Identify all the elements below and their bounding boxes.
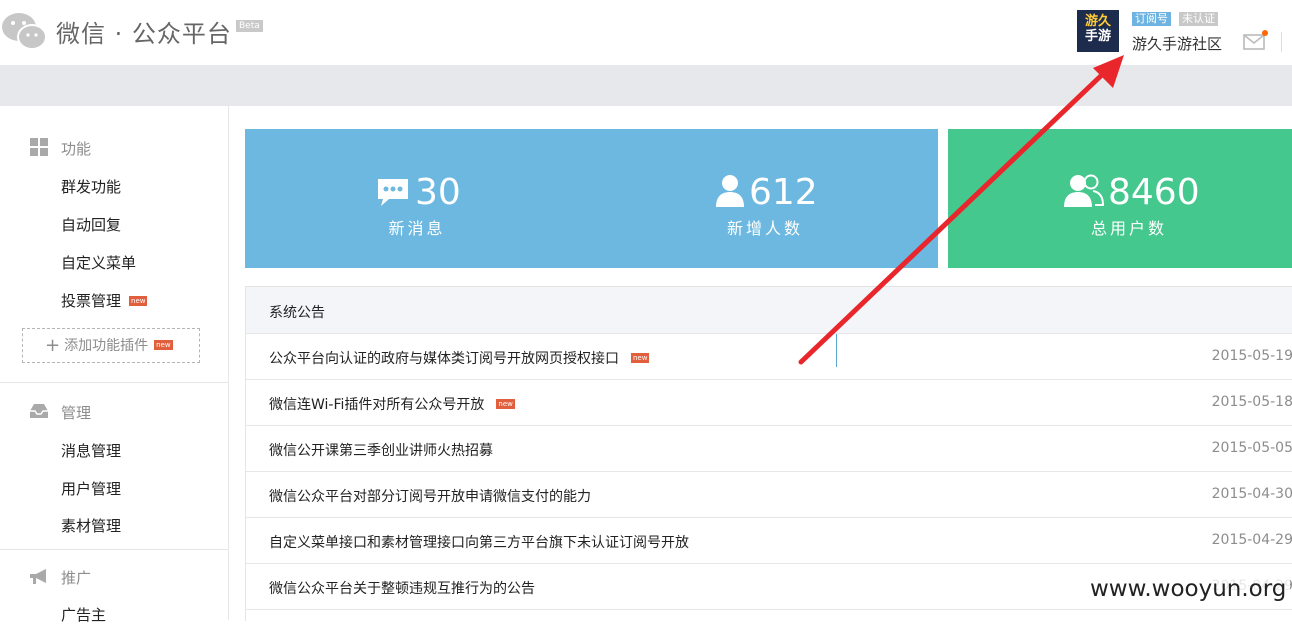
sidebar: 功能 群发功能 自动回复 自定义菜单 投票管理 new + 添加功能插件 new 管理… <box>0 106 229 624</box>
top-header: 微信 · 公众平台 Beta 游久 手游 订阅号 未认证 游久手游社区 <box>0 0 1292 66</box>
notice-title-text: 微信连Wi-Fi插件对所有公众号开放 <box>269 397 485 413</box>
section-title-promotion: 推广 <box>61 569 92 587</box>
avatar-text-line1: 游久 <box>1084 14 1111 29</box>
plus-icon: + <box>45 335 61 356</box>
gray-band <box>0 66 1292 106</box>
notice-row[interactable]: 自定义菜单接口和素材管理接口向第三方平台旗下未认证订阅号开放 2015-04-2… <box>246 518 1292 564</box>
account-type-tag: 订阅号 <box>1132 12 1171 26</box>
notice-header: 系统公告 <box>246 287 1292 334</box>
section-title-features: 功能 <box>61 140 92 158</box>
notice-row[interactable]: 微信公众平台对部分订阅号开放申请微信支付的能力 2015-04-30 <box>246 472 1292 518</box>
stats-panel-blue: 30 新消息 612 新增人数 <box>245 129 938 367</box>
stats-panel-green: 8460 总用户数 <box>948 129 1292 268</box>
account-avatar[interactable]: 游久 手游 <box>1077 10 1119 52</box>
watermark: www.wooyun.org <box>1086 576 1291 602</box>
beta-badge: Beta <box>236 20 263 32</box>
chat-bubble-icon <box>378 179 408 206</box>
sidebar-item-custom-menu[interactable]: 自定义菜单 <box>61 252 136 273</box>
notice-title[interactable]: 公众平台向认证的政府与媒体类订阅号开放网页授权接口 new <box>269 348 650 368</box>
notice-header-title: 系统公告 <box>269 305 325 321</box>
notice-row[interactable]: 公众平台向认证的政府与媒体类订阅号开放网页授权接口 new 2015-05-19 <box>246 334 1292 380</box>
verify-status-tag: 未认证 <box>1179 12 1218 26</box>
notice-date: 2015-04-29 <box>1211 532 1292 548</box>
add-plugin-label: 添加功能插件 <box>64 338 149 354</box>
stat-value: 8460 <box>1108 172 1200 213</box>
notice-table: 系统公告 公众平台向认证的政府与媒体类订阅号开放网页授权接口 new 2015-0… <box>245 286 1292 621</box>
new-badge: new <box>129 296 148 306</box>
sidebar-item-messages[interactable]: 消息管理 <box>61 440 121 461</box>
stat-label: 新增人数 <box>726 219 803 238</box>
stat-new-messages[interactable]: 30 新消息 <box>375 172 461 239</box>
stat-total-users[interactable]: 8460 总用户数 <box>1064 173 1200 239</box>
sidebar-divider <box>0 549 228 550</box>
notice-date: 2015-05-18 <box>1211 394 1292 410</box>
add-plugin-button[interactable]: + 添加功能插件 new <box>22 328 200 363</box>
notice-date: 2015-05-05 <box>1211 440 1292 456</box>
inbox-icon <box>30 404 48 418</box>
stat-value: 30 <box>415 172 461 213</box>
people-icon <box>1064 174 1104 207</box>
megaphone-icon <box>30 569 46 584</box>
section-title-manage: 管理 <box>61 404 92 422</box>
sidebar-item-materials[interactable]: 素材管理 <box>61 515 121 536</box>
notice-title[interactable]: 自定义菜单接口和素材管理接口向第三方平台旗下未认证订阅号开放 <box>269 532 689 552</box>
sidebar-divider <box>0 382 228 383</box>
notice-title[interactable]: 微信公众平台对部分订阅号开放申请微信支付的能力 <box>269 486 591 506</box>
wechat-logo-icon[interactable] <box>0 10 50 54</box>
sidebar-item-vote[interactable]: 投票管理 new <box>61 290 148 311</box>
platform-title[interactable]: 微信 · 公众平台 <box>56 14 232 49</box>
notice-row[interactable]: 微信公开课第三季创业讲师火热招募 2015-05-05 <box>246 426 1292 472</box>
header-divider <box>1281 32 1282 52</box>
unread-dot <box>1262 30 1268 36</box>
new-badge: new <box>496 399 515 409</box>
stat-label: 新消息 <box>388 219 446 238</box>
stat-label: 总用户数 <box>1090 219 1167 238</box>
account-name[interactable]: 游久手游社区 <box>1132 33 1222 54</box>
avatar-text-line2: 手游 <box>1084 29 1111 44</box>
notice-date: 2015-05-19 <box>1211 348 1292 364</box>
person-icon <box>716 175 744 207</box>
new-badge: new <box>631 353 650 363</box>
stat-new-users[interactable]: 612 新增人数 <box>715 172 818 239</box>
sidebar-item-label: 投票管理 <box>61 292 122 310</box>
sidebar-item-users[interactable]: 用户管理 <box>61 478 121 499</box>
sidebar-item-advertiser[interactable]: 广告主 <box>61 604 106 625</box>
stat-value: 612 <box>749 172 818 213</box>
sidebar-item-auto-reply[interactable]: 自动回复 <box>61 214 121 235</box>
notice-title-text: 公众平台向认证的政府与媒体类订阅号开放网页授权接口 <box>269 351 619 367</box>
new-badge: new <box>154 340 173 350</box>
notice-date: 2015-04-30 <box>1211 486 1292 502</box>
notice-title[interactable]: 微信公众平台关于整顿违规互推行为的公告 <box>269 578 535 598</box>
notice-row[interactable]: 微信连Wi-Fi插件对所有公众号开放 new 2015-05-18 <box>246 380 1292 426</box>
grid-icon <box>30 138 48 156</box>
notice-title[interactable]: 微信公开课第三季创业讲师火热招募 <box>269 440 493 460</box>
notice-title[interactable]: 微信连Wi-Fi插件对所有公众号开放 new <box>269 394 515 414</box>
sidebar-item-mass-send[interactable]: 群发功能 <box>61 176 121 197</box>
